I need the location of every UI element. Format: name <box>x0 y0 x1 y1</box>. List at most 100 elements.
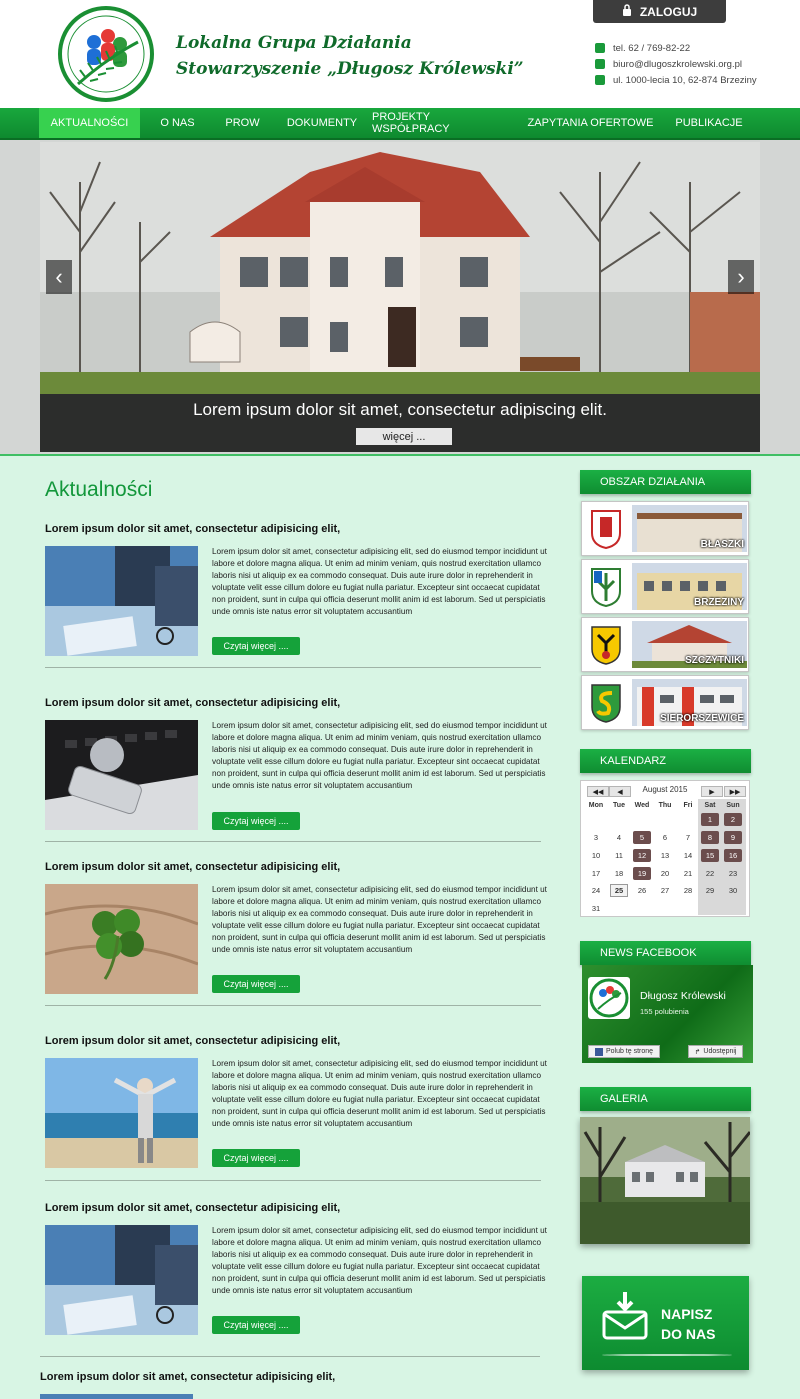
article-divider <box>45 667 541 668</box>
region-blaszki[interactable]: BŁASZKI <box>581 501 749 556</box>
calendar-day[interactable]: 27 <box>656 884 674 897</box>
article-title[interactable]: Lorem ipsum dolor sit amet, consectetur … <box>45 861 340 873</box>
calendar-day[interactable]: 9 <box>724 831 742 844</box>
calendar-day[interactable]: 11 <box>610 849 628 862</box>
facebook-page-avatar[interactable] <box>588 977 630 1019</box>
read-more-button[interactable]: Czytaj więcej .... <box>212 1149 300 1167</box>
region-sieroszewice[interactable]: SIERORSZEWICE <box>581 675 749 730</box>
contact-us-button[interactable]: NAPISZ DO NAS <box>582 1276 749 1370</box>
calendar-day[interactable]: 1 <box>701 813 719 826</box>
article-excerpt: Lorem ipsum dolor sit amet, consectetur … <box>212 1226 547 1295</box>
article-title[interactable]: Lorem ipsum dolor sit amet, consectetur … <box>45 1202 340 1214</box>
email-link[interactable]: biuro@dlugoszkrolewski.org.pl <box>613 59 742 70</box>
coat-of-arms-icon <box>591 626 621 665</box>
article-title[interactable]: Lorem ipsum dolor sit amet, consectetur … <box>45 697 340 709</box>
calendar-day[interactable]: 13 <box>656 849 674 862</box>
facebook-icon <box>594 1047 603 1056</box>
calendar-day[interactable]: 16 <box>724 849 742 862</box>
coat-of-arms-icon <box>591 568 621 607</box>
slider-prev-button[interactable]: ‹ <box>46 260 72 294</box>
facebook-like-button[interactable]: Polub tę stronę <box>588 1045 660 1058</box>
region-name: SIERORSZEWICE <box>660 713 744 724</box>
facebook-page-name[interactable]: Długosz Królewski <box>640 990 726 1002</box>
calendar-day[interactable]: 12 <box>633 849 651 862</box>
article-title[interactable]: Lorem ipsum dolor sit amet, consectetur … <box>45 1035 340 1047</box>
lock-icon <box>622 4 632 19</box>
page-title: Aktualności <box>45 478 153 501</box>
hero-slider-area: ‹ › Lorem ipsum dolor sit amet, consecte… <box>0 140 800 454</box>
nav-item-aktualnosci[interactable]: AKTUALNOŚCI <box>39 108 140 138</box>
article-divider <box>45 1180 541 1181</box>
calendar-widget: ◀◀ ◀ August 2015 ▶ ▶▶ Mon Tue Wed Thu Fri Sat… <box>580 780 750 917</box>
slide-more-button[interactable]: więcej ... <box>356 428 452 445</box>
calendar-day[interactable]: 19 <box>633 867 651 880</box>
calendar-day[interactable]: 6 <box>656 831 674 844</box>
article-divider <box>45 1005 541 1006</box>
calendar-day[interactable]: 4 <box>610 831 628 844</box>
region-brzeziny[interactable]: BRZEZINY <box>581 559 749 614</box>
calendar-day[interactable]: 29 <box>701 884 719 897</box>
region-name: BŁASZKI <box>700 539 744 550</box>
calendar-day[interactable]: 3 <box>587 831 605 844</box>
read-more-button[interactable]: Czytaj więcej .... <box>212 975 300 993</box>
calendar-day[interactable]: 18 <box>610 867 628 880</box>
read-more-button[interactable]: Czytaj więcej .... <box>212 812 300 830</box>
article-image-laptop[interactable] <box>45 720 198 830</box>
nav-item-dokumenty[interactable]: DOKUMENTY <box>282 108 362 138</box>
calendar-day[interactable]: 31 <box>587 902 605 915</box>
calendar-day[interactable]: 2 <box>724 813 742 826</box>
share-icon: ↱ <box>694 1048 701 1056</box>
login-button[interactable]: ZALOGUJ <box>593 0 726 23</box>
calendar-day[interactable]: 25 <box>610 884 628 897</box>
gallery-image[interactable] <box>580 1117 750 1244</box>
calendar-day[interactable]: 28 <box>679 884 697 897</box>
envelope-download-icon <box>602 1292 648 1340</box>
facebook-share-button[interactable]: ↱ Udostępnij <box>688 1045 743 1058</box>
nav-item-o-nas[interactable]: O NAS <box>150 108 205 138</box>
read-more-button[interactable]: Czytaj więcej .... <box>212 1316 300 1334</box>
article-image-beach[interactable] <box>45 1058 198 1168</box>
gallery-heading: GALERIA <box>580 1087 751 1111</box>
article-title[interactable]: Lorem ipsum dolor sit amet, consectetur … <box>40 1371 335 1383</box>
calendar-day[interactable]: 30 <box>724 884 742 897</box>
calendar-day[interactable]: 21 <box>679 867 697 880</box>
nav-item-projekty[interactable]: PROJEKTY WSPÓŁPRACY <box>372 108 507 138</box>
calendar-day[interactable]: 10 <box>587 849 605 862</box>
calendar-day[interactable]: 24 <box>587 884 605 897</box>
calendar-day[interactable]: 22 <box>701 867 719 880</box>
article-title[interactable]: Lorem ipsum dolor sit amet, consectetur … <box>45 523 340 535</box>
main-nav: AKTUALNOŚCI O NAS PROW DOKUMENTY PROJEKT… <box>0 108 800 140</box>
nav-item-zapytania[interactable]: ZAPYTANIA OFERTOWE <box>527 108 654 138</box>
calendar-prev-month-button[interactable]: ◀ <box>609 786 631 797</box>
calendar-next-month-button[interactable]: ▶ <box>701 786 723 797</box>
calendar-day[interactable]: 8 <box>701 831 719 844</box>
calendar-day[interactable]: 15 <box>701 849 719 862</box>
article-image-partial[interactable] <box>40 1394 193 1399</box>
calendar-day[interactable]: 17 <box>587 867 605 880</box>
slider-next-button[interactable]: › <box>728 260 754 294</box>
decorative-swoosh <box>602 1354 732 1356</box>
nav-item-prow[interactable]: PROW <box>215 108 270 138</box>
article-image-clover[interactable] <box>45 884 198 994</box>
calendar-day[interactable]: 5 <box>633 831 651 844</box>
calendar-prev-year-button[interactable]: ◀◀ <box>587 786 609 797</box>
site-header: Lokalna Grupa Działania Stowarzyszenie „… <box>0 0 800 108</box>
facebook-widget: Długosz Królewski 155 polubienia Polub t… <box>582 965 753 1063</box>
calendar-dow-fri: Fri <box>683 802 693 809</box>
mail-icon <box>595 59 605 69</box>
region-szczytniki[interactable]: SZCZYTNIKI <box>581 617 749 672</box>
lgd-logo[interactable] <box>56 4 156 104</box>
facebook-share-label: Udostępnij <box>703 1048 737 1055</box>
calendar-next-year-button[interactable]: ▶▶ <box>724 786 746 797</box>
article-image-business[interactable] <box>45 546 198 656</box>
calendar-dow-thu: Thu <box>658 802 672 809</box>
read-more-button[interactable]: Czytaj więcej .... <box>212 637 300 655</box>
calendar-day[interactable]: 14 <box>679 849 697 862</box>
calendar-day[interactable]: 20 <box>656 867 674 880</box>
nav-item-publikacje[interactable]: PUBLIKACJE <box>670 108 748 138</box>
region-name: BRZEZINY <box>694 597 744 608</box>
calendar-day[interactable]: 7 <box>679 831 697 844</box>
calendar-day[interactable]: 26 <box>633 884 651 897</box>
calendar-day[interactable]: 23 <box>724 867 742 880</box>
article-image-business[interactable] <box>45 1225 198 1335</box>
